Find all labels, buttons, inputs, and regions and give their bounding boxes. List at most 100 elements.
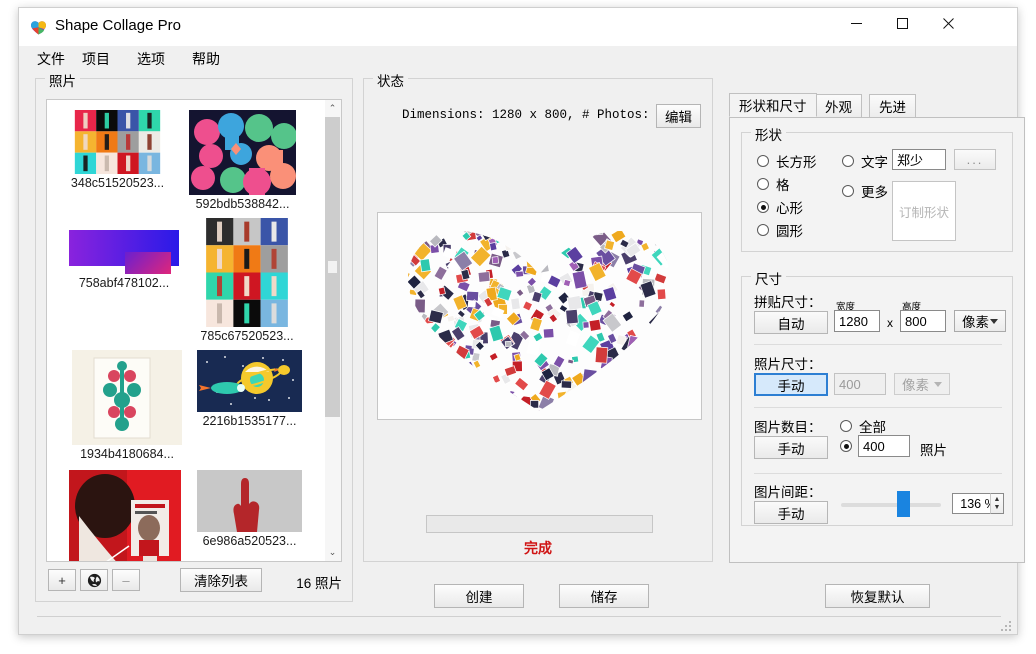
size-group-title: 尺寸 — [751, 268, 786, 288]
list-item[interactable]: 1934b4180684... — [72, 350, 182, 461]
clear-list-button[interactable]: 清除列表 — [180, 568, 262, 592]
thumbnail-overlay-card — [125, 252, 171, 274]
radio-label: 文字 — [861, 151, 888, 171]
collage-size-label: 拼贴尺寸： — [754, 291, 822, 311]
radio-all-photos[interactable]: 全部 — [840, 416, 886, 436]
radio-label: 长方形 — [776, 151, 817, 171]
spinner-up-icon[interactable]: ▲ — [994, 496, 1001, 504]
list-item[interactable]: 758abf478102... — [69, 230, 179, 290]
custom-shape-preview[interactable]: 订制形状 — [892, 181, 956, 241]
globe-icon[interactable] — [80, 569, 108, 591]
browse-button[interactable]: ... — [954, 149, 996, 170]
photo-count-mode-button[interactable]: 手动 — [754, 436, 828, 459]
dimensions-text: Dimensions: 1280 x 800, # Photos: 400 — [402, 108, 680, 122]
list-item-label: 348c51520523... — [59, 176, 176, 190]
spinner-down-icon[interactable]: ▼ — [994, 504, 1001, 512]
size-separator: x — [887, 316, 893, 330]
list-item-label: 785c67520523... — [197, 329, 297, 343]
tab-advanced[interactable]: 先进 — [869, 94, 916, 117]
photo-thumbnail-list[interactable]: 348c51520523... — [46, 99, 326, 562]
radio-label: 全部 — [859, 416, 886, 436]
restore-defaults-button[interactable]: 恢复默认 — [825, 584, 930, 608]
photo-size-unit-value: 像素 — [902, 374, 929, 394]
application-window: Shape Collage Pro 文件 项目 选项 帮助 照片 — [18, 7, 1018, 635]
collage-width-input[interactable]: 1280 — [834, 310, 880, 332]
radio-more[interactable]: 更多 — [842, 181, 888, 201]
radio-heart[interactable]: 心形 — [757, 197, 803, 217]
resize-grip[interactable] — [1001, 619, 1012, 630]
status-bar-divider — [37, 616, 1001, 617]
divider — [754, 473, 1002, 474]
spacing-spinner[interactable]: ▲ ▼ — [990, 493, 1004, 514]
shape-group-title: 形状 — [751, 124, 786, 144]
menu-item-project[interactable]: 项目 — [77, 48, 115, 70]
spacing-slider-thumb[interactable] — [897, 491, 910, 517]
photos-unit-label: 照片 — [920, 439, 947, 459]
radio-grid[interactable]: 格 — [757, 174, 790, 194]
chevron-down-icon — [934, 382, 942, 387]
status-panel-title: 状态 — [373, 70, 408, 90]
radio-indicator — [757, 178, 769, 190]
collage-height-input[interactable]: 800 — [900, 310, 946, 332]
shape-text-input[interactable]: 郑少 — [892, 149, 946, 170]
minimize-button[interactable] — [833, 8, 879, 38]
list-item[interactable]: 592bdb538842... — [189, 110, 296, 211]
add-photo-button[interactable]: + — [48, 569, 76, 591]
list-item[interactable]: 785c67520523... — [197, 218, 297, 343]
radio-indicator — [757, 224, 769, 236]
heart-collage-image — [378, 213, 701, 419]
radio-circle[interactable]: 圆形 — [757, 220, 803, 240]
list-item[interactable]: 348c51520523... — [59, 110, 176, 190]
menu-item-help[interactable]: 帮助 — [187, 48, 225, 70]
divider — [754, 407, 1002, 408]
window-title: Shape Collage Pro — [55, 17, 181, 34]
radio-label: 更多 — [861, 181, 888, 201]
remove-photo-button[interactable]: – — [112, 569, 140, 591]
photo-size-unit-dropdown[interactable]: 像素 — [894, 373, 950, 395]
photo-list-scrollbar[interactable]: ⌃ ⌄ — [325, 99, 342, 562]
radio-indicator — [842, 155, 854, 167]
radio-text[interactable]: 文字 — [842, 151, 888, 171]
chevron-down-icon — [990, 319, 998, 324]
edit-button[interactable]: 编辑 — [656, 104, 701, 128]
status-panel: 状态 Dimensions: 1280 x 800, # Photos: 400… — [363, 78, 713, 562]
radio-indicator — [757, 155, 769, 167]
list-item[interactable] — [69, 470, 181, 562]
tab-shape-and-size[interactable]: 形状和尺寸 — [729, 93, 817, 117]
photo-size-input[interactable]: 400 — [834, 373, 886, 395]
spacing-slider-track[interactable] — [841, 503, 941, 507]
radio-label: 格 — [776, 174, 790, 194]
radio-photo-number[interactable] — [840, 440, 852, 452]
list-item-label: 2216b1535177... — [197, 414, 302, 428]
collage-unit-dropdown[interactable]: 像素 — [954, 310, 1006, 332]
menu-item-options[interactable]: 选项 — [132, 48, 170, 70]
list-item-label: 1934b4180684... — [72, 447, 182, 461]
save-button[interactable]: 储存 — [559, 584, 649, 608]
menu-item-file[interactable]: 文件 — [32, 48, 70, 70]
scroll-down-icon[interactable]: ⌄ — [325, 544, 340, 561]
photos-panel-title: 照片 — [45, 70, 80, 90]
status-done-label: 完成 — [364, 538, 712, 558]
scrollbar-track[interactable] — [325, 117, 340, 544]
collage-size-mode-button[interactable]: 自动 — [754, 311, 828, 334]
tab-appearance[interactable]: 外观 — [815, 94, 862, 117]
scrollbar-thumb[interactable] — [325, 117, 340, 417]
spacing-label: 图片间距： — [754, 481, 822, 501]
scroll-up-icon[interactable]: ⌃ — [325, 100, 340, 117]
list-item[interactable]: 6e986a520523... — [197, 470, 302, 548]
title-bar: Shape Collage Pro — [19, 8, 1017, 46]
photos-panel: 照片 — [35, 78, 353, 602]
close-button[interactable] — [925, 8, 971, 38]
create-button[interactable]: 创建 — [434, 584, 524, 608]
radio-rectangle[interactable]: 长方形 — [757, 151, 817, 171]
radio-label: 心形 — [776, 197, 803, 217]
list-item[interactable]: 2216b1535177... — [197, 350, 302, 428]
radio-indicator — [757, 201, 769, 213]
collage-preview[interactable] — [377, 212, 702, 420]
app-logo-icon — [30, 19, 47, 36]
photo-number-input[interactable]: 400 — [858, 435, 910, 457]
photo-size-mode-button[interactable]: 手动 — [754, 373, 828, 396]
maximize-button[interactable] — [879, 8, 925, 38]
spacing-mode-button[interactable]: 手动 — [754, 501, 828, 524]
progress-bar — [426, 515, 653, 533]
